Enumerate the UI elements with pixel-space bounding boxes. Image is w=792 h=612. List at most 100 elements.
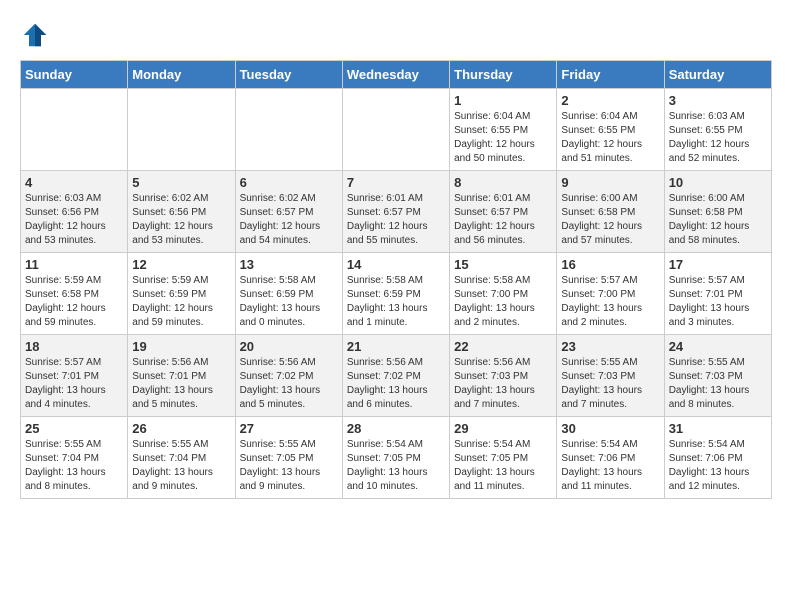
day-number: 8 xyxy=(454,175,552,190)
day-info: Sunrise: 5:57 AM Sunset: 7:00 PM Dayligh… xyxy=(561,274,659,330)
day-number: 21 xyxy=(347,339,445,354)
day-info: Sunrise: 5:55 AM Sunset: 7:04 PM Dayligh… xyxy=(25,438,123,494)
day-cell xyxy=(235,89,342,171)
day-cell: 12Sunrise: 5:59 AM Sunset: 6:59 PM Dayli… xyxy=(128,253,235,335)
day-info: Sunrise: 6:02 AM Sunset: 6:56 PM Dayligh… xyxy=(132,192,230,248)
page-header xyxy=(20,20,772,50)
logo xyxy=(20,20,54,50)
day-number: 17 xyxy=(669,257,767,272)
day-number: 3 xyxy=(669,93,767,108)
day-info: Sunrise: 5:57 AM Sunset: 7:01 PM Dayligh… xyxy=(669,274,767,330)
weekday-header-thursday: Thursday xyxy=(450,61,557,89)
day-cell: 25Sunrise: 5:55 AM Sunset: 7:04 PM Dayli… xyxy=(21,417,128,499)
day-cell: 19 Sunrise: 5:56 AM Sunset: 7:01 PM Dayli… xyxy=(128,335,235,417)
week-row-2: 4 Sunrise: 6:03 AM Sunset: 6:56 PM Daylig… xyxy=(21,171,772,253)
day-info: Sunrise: 5:54 AM Sunset: 7:05 PM Dayligh… xyxy=(454,438,552,494)
day-cell: 15 Sunrise: 5:58 AM Sunset: 7:00 PM Dayli… xyxy=(450,253,557,335)
day-info: Sunrise: 5:58 AM Sunset: 7:00 PM Dayligh… xyxy=(454,274,552,330)
day-info: Sunrise: 6:01 AM Sunset: 6:57 PM Dayligh… xyxy=(347,192,445,248)
weekday-header-wednesday: Wednesday xyxy=(342,61,449,89)
day-cell: 9 Sunrise: 6:00 AM Sunset: 6:58 PM Daylig… xyxy=(557,171,664,253)
day-number: 23 xyxy=(561,339,659,354)
day-cell: 17 Sunrise: 5:57 AM Sunset: 7:01 PM Dayli… xyxy=(664,253,771,335)
day-number: 13 xyxy=(240,257,338,272)
day-number: 11 xyxy=(25,257,123,272)
day-info: Sunrise: 5:58 AM Sunset: 6:59 PM Dayligh… xyxy=(347,274,445,330)
day-number: 1 xyxy=(454,93,552,108)
day-number: 19 xyxy=(132,339,230,354)
day-number: 6 xyxy=(240,175,338,190)
weekday-header-saturday: Saturday xyxy=(664,61,771,89)
day-number: 7 xyxy=(347,175,445,190)
day-info: Sunrise: 5:55 AM Sunset: 7:05 PM Dayligh… xyxy=(240,438,338,494)
day-info: Sunrise: 5:56 AM Sunset: 7:02 PM Dayligh… xyxy=(347,356,445,412)
day-number: 30 xyxy=(561,421,659,436)
day-cell: 2 Sunrise: 6:04 AM Sunset: 6:55 PM Daylig… xyxy=(557,89,664,171)
day-cell: 21 Sunrise: 5:56 AM Sunset: 7:02 PM Dayli… xyxy=(342,335,449,417)
day-cell: 6 Sunrise: 6:02 AM Sunset: 6:57 PM Daylig… xyxy=(235,171,342,253)
day-number: 31 xyxy=(669,421,767,436)
day-number: 9 xyxy=(561,175,659,190)
day-info: Sunrise: 5:54 AM Sunset: 7:06 PM Dayligh… xyxy=(669,438,767,494)
day-cell: 29Sunrise: 5:54 AM Sunset: 7:05 PM Dayli… xyxy=(450,417,557,499)
weekday-header-tuesday: Tuesday xyxy=(235,61,342,89)
day-cell xyxy=(342,89,449,171)
day-number: 10 xyxy=(669,175,767,190)
week-row-5: 25Sunrise: 5:55 AM Sunset: 7:04 PM Dayli… xyxy=(21,417,772,499)
day-info: Sunrise: 6:03 AM Sunset: 6:56 PM Dayligh… xyxy=(25,192,123,248)
day-info: Sunrise: 6:04 AM Sunset: 6:55 PM Dayligh… xyxy=(454,110,552,166)
day-cell: 13 Sunrise: 5:58 AM Sunset: 6:59 PM Dayli… xyxy=(235,253,342,335)
day-cell xyxy=(21,89,128,171)
day-cell xyxy=(128,89,235,171)
day-cell: 8 Sunrise: 6:01 AM Sunset: 6:57 PM Daylig… xyxy=(450,171,557,253)
day-number: 27 xyxy=(240,421,338,436)
day-cell: 31 Sunrise: 5:54 AM Sunset: 7:06 PM Dayli… xyxy=(664,417,771,499)
day-number: 16 xyxy=(561,257,659,272)
week-row-4: 18 Sunrise: 5:57 AM Sunset: 7:01 PM Dayli… xyxy=(21,335,772,417)
day-number: 4 xyxy=(25,175,123,190)
day-info: Sunrise: 5:55 AM Sunset: 7:03 PM Dayligh… xyxy=(669,356,767,412)
day-cell: 1 Sunrise: 6:04 AM Sunset: 6:55 PM Daylig… xyxy=(450,89,557,171)
day-cell: 23Sunrise: 5:55 AM Sunset: 7:03 PM Dayli… xyxy=(557,335,664,417)
day-info: Sunrise: 5:56 AM Sunset: 7:02 PM Dayligh… xyxy=(240,356,338,412)
day-cell: 26 Sunrise: 5:55 AM Sunset: 7:04 PM Dayli… xyxy=(128,417,235,499)
day-cell: 24Sunrise: 5:55 AM Sunset: 7:03 PM Dayli… xyxy=(664,335,771,417)
weekday-header-friday: Friday xyxy=(557,61,664,89)
day-number: 28 xyxy=(347,421,445,436)
day-info: Sunrise: 5:56 AM Sunset: 7:01 PM Dayligh… xyxy=(132,356,230,412)
day-number: 2 xyxy=(561,93,659,108)
week-row-1: 1 Sunrise: 6:04 AM Sunset: 6:55 PM Daylig… xyxy=(21,89,772,171)
day-info: Sunrise: 5:54 AM Sunset: 7:05 PM Dayligh… xyxy=(347,438,445,494)
day-cell: 20Sunrise: 5:56 AM Sunset: 7:02 PM Dayli… xyxy=(235,335,342,417)
day-info: Sunrise: 6:00 AM Sunset: 6:58 PM Dayligh… xyxy=(561,192,659,248)
day-cell: 10 Sunrise: 6:00 AM Sunset: 6:58 PM Dayli… xyxy=(664,171,771,253)
day-cell: 7 Sunrise: 6:01 AM Sunset: 6:57 PM Daylig… xyxy=(342,171,449,253)
day-cell: 4 Sunrise: 6:03 AM Sunset: 6:56 PM Daylig… xyxy=(21,171,128,253)
day-info: Sunrise: 5:57 AM Sunset: 7:01 PM Dayligh… xyxy=(25,356,123,412)
day-cell: 30 Sunrise: 5:54 AM Sunset: 7:06 PM Dayli… xyxy=(557,417,664,499)
day-number: 26 xyxy=(132,421,230,436)
weekday-header-sunday: Sunday xyxy=(21,61,128,89)
day-cell: 14 Sunrise: 5:58 AM Sunset: 6:59 PM Dayli… xyxy=(342,253,449,335)
day-number: 15 xyxy=(454,257,552,272)
day-number: 14 xyxy=(347,257,445,272)
header-row: SundayMondayTuesdayWednesdayThursdayFrid… xyxy=(21,61,772,89)
day-info: Sunrise: 6:00 AM Sunset: 6:58 PM Dayligh… xyxy=(669,192,767,248)
day-info: Sunrise: 5:56 AM Sunset: 7:03 PM Dayligh… xyxy=(454,356,552,412)
day-info: Sunrise: 6:04 AM Sunset: 6:55 PM Dayligh… xyxy=(561,110,659,166)
day-cell: 28 Sunrise: 5:54 AM Sunset: 7:05 PM Dayli… xyxy=(342,417,449,499)
day-cell: 5 Sunrise: 6:02 AM Sunset: 6:56 PM Daylig… xyxy=(128,171,235,253)
day-number: 18 xyxy=(25,339,123,354)
day-info: Sunrise: 6:02 AM Sunset: 6:57 PM Dayligh… xyxy=(240,192,338,248)
day-info: Sunrise: 6:01 AM Sunset: 6:57 PM Dayligh… xyxy=(454,192,552,248)
day-cell: 3 Sunrise: 6:03 AM Sunset: 6:55 PM Daylig… xyxy=(664,89,771,171)
day-info: Sunrise: 5:54 AM Sunset: 7:06 PM Dayligh… xyxy=(561,438,659,494)
day-info: Sunrise: 5:59 AM Sunset: 6:58 PM Dayligh… xyxy=(25,274,123,330)
day-info: Sunrise: 5:58 AM Sunset: 6:59 PM Dayligh… xyxy=(240,274,338,330)
day-info: Sunrise: 6:03 AM Sunset: 6:55 PM Dayligh… xyxy=(669,110,767,166)
day-cell: 16 Sunrise: 5:57 AM Sunset: 7:00 PM Dayli… xyxy=(557,253,664,335)
day-cell: 11 Sunrise: 5:59 AM Sunset: 6:58 PM Dayli… xyxy=(21,253,128,335)
day-info: Sunrise: 5:55 AM Sunset: 7:04 PM Dayligh… xyxy=(132,438,230,494)
day-number: 5 xyxy=(132,175,230,190)
week-row-3: 11 Sunrise: 5:59 AM Sunset: 6:58 PM Dayli… xyxy=(21,253,772,335)
